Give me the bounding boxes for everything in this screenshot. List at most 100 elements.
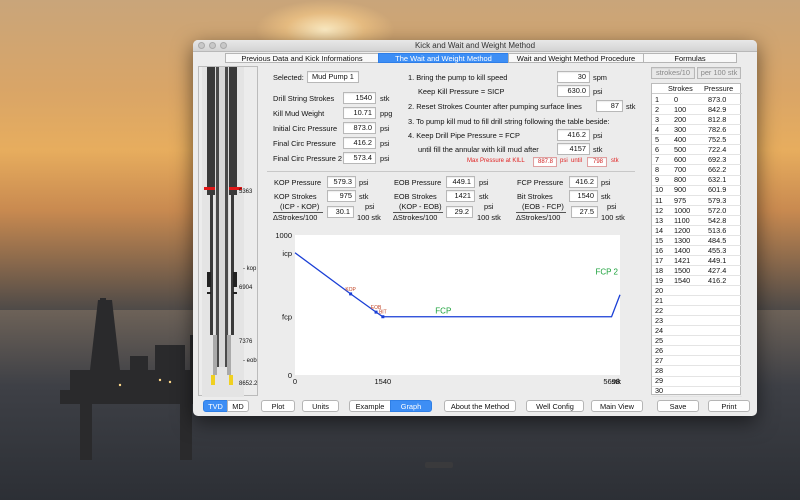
bit-strokes-field[interactable]: 1540 (569, 190, 598, 202)
unit-label: stk (359, 192, 369, 201)
strokes-cell: 600 (674, 155, 687, 165)
strokes-cell: 975 (674, 195, 687, 205)
kill-speed-field[interactable]: 30 (557, 71, 590, 83)
annular-strokes-field[interactable]: 4157 (557, 143, 590, 155)
depth-label: - kop (243, 266, 257, 272)
row-number: 2 (655, 105, 660, 115)
plot-button[interactable]: Plot (261, 400, 295, 412)
sicp-field[interactable]: 630.0 (557, 85, 590, 97)
depth-label: 8652.2 (239, 381, 258, 387)
tab-previous-data[interactable]: Previous Data and Kick Informations (225, 53, 379, 63)
pressure-cell: 782.6 (708, 125, 727, 135)
point-label: BIT (379, 310, 387, 316)
fcp-ratio-field[interactable]: 27.5 (571, 206, 598, 218)
y-tick-label: fcp (282, 313, 292, 322)
print-button[interactable]: Print (708, 400, 750, 412)
tvd-button[interactable]: TVD (203, 400, 228, 412)
unit-label: ppg (380, 109, 393, 118)
table-row: 25 (652, 336, 742, 347)
plot-area (295, 235, 620, 375)
table-row: 21 (652, 296, 742, 307)
kill-mud-weight-field[interactable]: 10.71 (343, 107, 376, 119)
graph-button[interactable]: Graph (390, 400, 432, 412)
unit-label: stk (380, 94, 390, 103)
md-button[interactable]: MD (227, 400, 249, 412)
close-window-button[interactable] (198, 42, 205, 49)
unit-label: psi (479, 178, 489, 187)
tvd-md-toggle: TVD MD (203, 400, 249, 412)
row-number: 5 (655, 135, 660, 145)
kop-strokes-field[interactable]: 975 (327, 190, 356, 202)
unit-label: psi (380, 154, 390, 163)
pressure-cell: 601.9 (708, 185, 727, 195)
tab-wait-and-weight-method[interactable]: The Wait and Weight Method (378, 53, 509, 63)
kop-ratio-field[interactable]: 30.1 (327, 206, 354, 218)
kop-pressure-field[interactable]: 579.3 (327, 176, 356, 188)
row-number: 1 (655, 95, 660, 104)
table-row: 12 1000 572.0 (652, 206, 742, 216)
eob-pressure-field[interactable]: 449.1 (446, 176, 475, 188)
strokes-cell: 1200 (674, 225, 691, 235)
initial-circ-pressure-field[interactable]: 873.0 (343, 122, 376, 134)
pressure-cell: 513.6 (708, 225, 727, 235)
per-100-stk-toggle[interactable]: per 100 stk (697, 67, 741, 79)
strokes-cell: 700 (674, 165, 687, 175)
row-number: 19 (655, 275, 664, 285)
table-row: 3 200 812.8 (652, 115, 742, 126)
eob-strokes-field[interactable]: 1421 (446, 190, 475, 202)
unit-label: psi (380, 139, 390, 148)
kop-strokes-label: KOP Strokes (274, 192, 317, 201)
pressure-chart-svg: 1000icpfcp00 1540 5698stkKOPEOBBIT FCPFCP 2 (275, 231, 621, 386)
step2-label: 2. Reset Strokes Counter after pumping s… (408, 102, 582, 111)
about-method-button[interactable]: About the Method (444, 400, 516, 412)
strokes-cell: 200 (674, 115, 687, 125)
y-tick-label: 0 (288, 371, 292, 380)
pressure-cell: 455.3 (708, 245, 727, 255)
well-config-button[interactable]: Well Config (526, 400, 584, 412)
strokes-cell: 500 (674, 145, 687, 155)
depth-label: 7376 (239, 339, 253, 345)
strokes-cell: 1500 (674, 265, 691, 275)
unit-label: stk (593, 145, 603, 154)
tab-formulas[interactable]: Formulas (643, 53, 737, 63)
eob-ratio-numerator: (KOP - EOB) (399, 202, 442, 211)
pump-selector[interactable]: Mud Pump 1 (307, 71, 359, 83)
strokes-cell: 800 (674, 175, 687, 185)
example-button[interactable]: Example (349, 400, 391, 412)
bit-strokes-label: Bit Strokes (517, 192, 553, 201)
row-number: 13 (655, 215, 664, 225)
row-number: 30 (655, 386, 664, 396)
pressure-cell: 416.2 (708, 275, 727, 285)
strokes-cell: 0 (674, 95, 679, 104)
final-circ-pressure-field[interactable]: 416.2 (343, 137, 376, 149)
x-tick-label: 1540 (374, 377, 391, 386)
pressure-cell: 632.1 (708, 175, 727, 185)
main-view-button[interactable]: Main View (591, 400, 643, 412)
row-number: 28 (655, 366, 664, 376)
tab-bar: Previous Data and Kick Informations The … (225, 53, 737, 63)
table-row: 4 300 782.6 (652, 125, 742, 136)
save-button[interactable]: Save (657, 400, 699, 412)
strokes-cell: 1100 (674, 215, 690, 225)
drill-string-strokes-field[interactable]: 1540 (343, 92, 376, 104)
pressure-cell: 722.4 (708, 145, 727, 155)
units-button[interactable]: Units (302, 400, 339, 412)
zoom-window-button[interactable] (220, 42, 227, 49)
unit-label: 100 stk (477, 213, 501, 222)
pressure-cell: 542.8 (708, 215, 727, 225)
table-row: 7 600 692.3 (652, 155, 742, 166)
fcp-pressure-field[interactable]: 416.2 (569, 176, 598, 188)
row-number: 21 (655, 296, 664, 305)
surface-strokes-field[interactable]: 87 (596, 100, 623, 112)
strokes-cell: 1421 (674, 255, 691, 265)
strokes-cell: 400 (674, 135, 687, 145)
kop-ratio-numerator: (ICP - KOP) (280, 202, 320, 211)
unit-label: stk (626, 102, 636, 111)
strokes-per-10-toggle[interactable]: strokes/10 (651, 67, 695, 79)
tab-method-procedure[interactable]: Wait and Weight Method Procedure (508, 53, 644, 63)
final-circ-pressure-2-field[interactable]: 573.4 (343, 152, 376, 164)
fcp-field[interactable]: 416.2 (557, 129, 590, 141)
eob-ratio-field[interactable]: 29.2 (446, 206, 473, 218)
until-label: until (571, 158, 583, 164)
minimize-window-button[interactable] (209, 42, 216, 49)
